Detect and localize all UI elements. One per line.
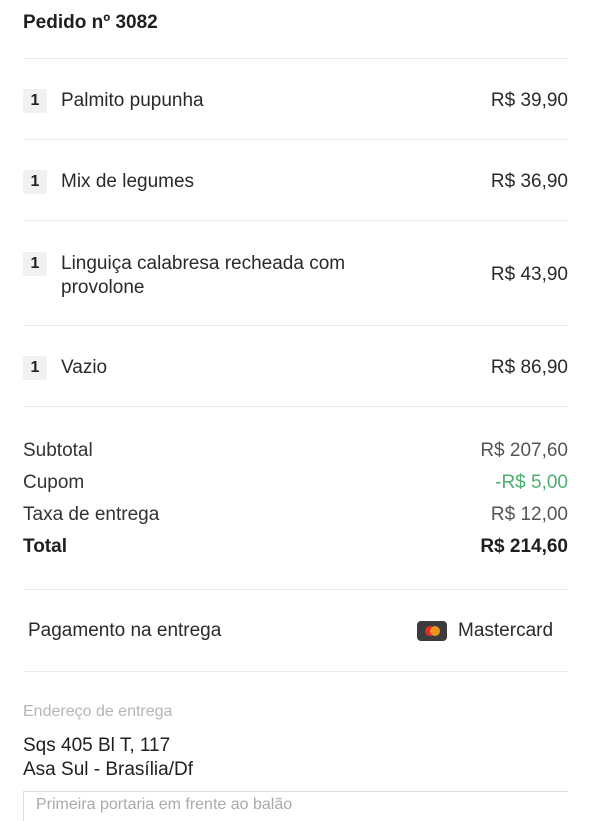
subtotal-label: Subtotal (23, 440, 93, 461)
subtotal-value: R$ 207,60 (480, 440, 568, 461)
divider (23, 671, 568, 672)
payment-label: Pagamento na entrega (28, 620, 222, 641)
divider (23, 406, 568, 407)
item-quantity: 1 (23, 252, 47, 276)
divider (23, 325, 568, 326)
item-price: R$ 36,90 (490, 171, 568, 192)
item-name: Linguiça calabresa recheada com provolon… (61, 253, 346, 298)
address-complement: Primeira portaria em frente ao balão (23, 791, 568, 821)
item-name: Palmito pupunha (61, 90, 204, 111)
item-price: R$ 43,90 (490, 264, 568, 285)
item-price: R$ 86,90 (490, 357, 568, 378)
total-row: Total R$ 214,60 (23, 536, 568, 562)
total-value: R$ 214,60 (480, 536, 568, 557)
divider (23, 220, 568, 221)
mastercard-icon (417, 621, 447, 641)
divider (23, 589, 568, 590)
delivery-fee-row: Taxa de entrega R$ 12,00 (23, 504, 568, 530)
item-quantity: 1 (23, 356, 47, 380)
delivery-fee-value: R$ 12,00 (490, 504, 568, 525)
total-label: Total (23, 536, 67, 557)
subtotal-row: Subtotal R$ 207,60 (23, 440, 568, 466)
coupon-row: Cupom -R$ 5,00 (23, 472, 568, 498)
payment-method: Mastercard (458, 620, 554, 641)
coupon-label: Cupom (23, 472, 85, 493)
item-quantity: 1 (23, 89, 47, 113)
delivery-fee-label: Taxa de entrega (23, 504, 160, 525)
address-line-2: Asa Sul - Brasília/Df (23, 759, 193, 780)
address-label: Endereço de entrega (23, 703, 173, 720)
item-name: Vazio (61, 357, 108, 378)
address-line-1: Sqs 405 Bl T, 117 (23, 735, 171, 756)
divider (23, 58, 568, 59)
coupon-value: -R$ 5,00 (495, 472, 568, 493)
divider (23, 139, 568, 140)
order-title: Pedido nº 3082 (23, 12, 158, 33)
item-quantity: 1 (23, 170, 47, 194)
item-name: Mix de legumes (61, 171, 195, 192)
item-price: R$ 39,90 (490, 90, 568, 111)
